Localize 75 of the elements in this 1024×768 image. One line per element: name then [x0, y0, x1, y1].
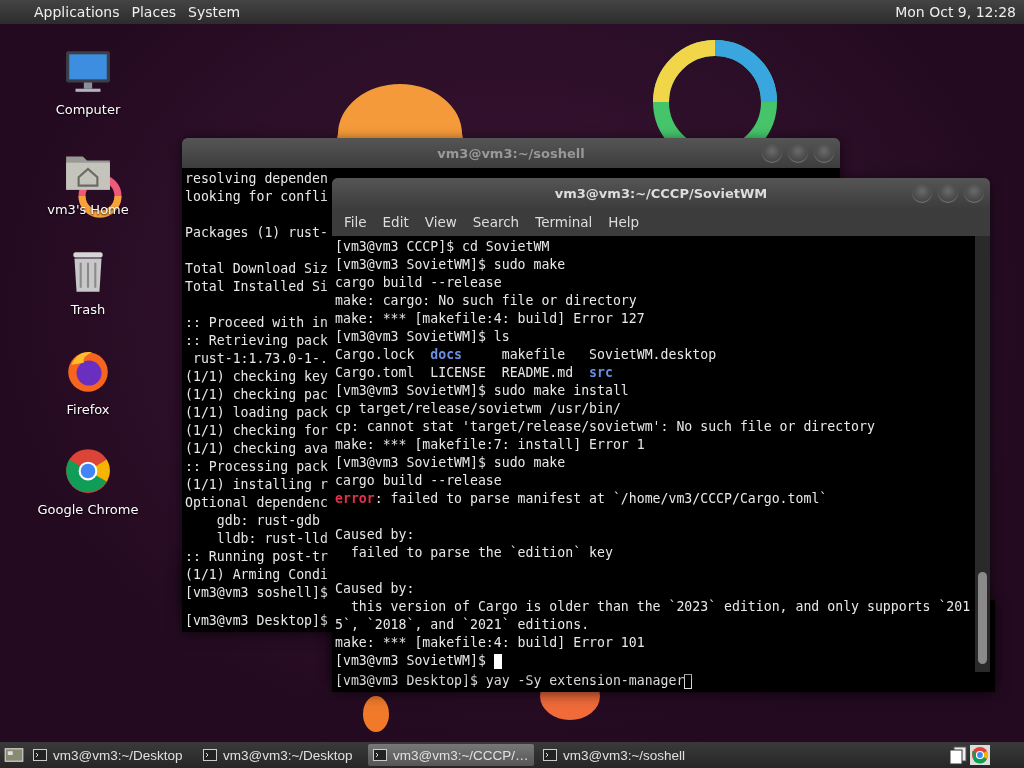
scrollbar-thumb[interactable]: [978, 572, 987, 664]
terminal-line: :: Running post-tr: [185, 548, 328, 566]
terminal-line: make: *** [makefile:4: build] Error 127: [335, 310, 645, 328]
terminal-icon: [543, 748, 557, 762]
terminal-line: Cargo.lock docs makefile SovietWM.desktop: [335, 346, 717, 364]
terminal-line: resolving dependen: [185, 170, 328, 188]
terminal-line: (1/1) loading pack: [185, 404, 328, 422]
terminal-line: Packages (1) rust-: [185, 224, 328, 242]
terminal-line: this version of Cargo is older than the `2023` edition, and only supports `201: [349, 598, 971, 616]
terminal-line: Total Download Siz: [185, 260, 328, 278]
terminal-line: [vm3@vm3 SovietWM]$ sudo make: [335, 256, 566, 274]
terminal-line: make: *** [makefile:7: install] Error 1: [335, 436, 645, 454]
desktop-icon-label[interactable]: Computer: [55, 102, 121, 117]
chrome-icon[interactable]: [63, 446, 113, 496]
terminal-line: [vm3@vm3 soshell]$: [185, 584, 328, 602]
terminal-line: cp: cannot stat 'target/release/sovietwm': No such file or directory: [335, 418, 875, 436]
menu-item[interactable]: File: [336, 210, 375, 234]
terminal-line: failed to parse the `edition` key: [349, 544, 613, 562]
scrollbar[interactable]: [975, 236, 990, 672]
menu-item[interactable]: View: [416, 210, 465, 234]
terminal-line: :: Processing pack: [185, 458, 328, 476]
taskbar-button[interactable]: vm3@vm3:~/Desktop: [198, 744, 364, 766]
terminal-line: [vm3@vm3 SovietWM]$: [335, 652, 487, 670]
terminal-line: Optional dependenc: [185, 494, 328, 512]
terminal-icon: [203, 748, 217, 762]
taskbar-button[interactable]: vm3@vm3:~/CCCP/…: [368, 744, 534, 766]
terminal-line: cp target/release/sovietwm /usr/bin/: [335, 400, 621, 418]
terminal-line: (1/1) checking key: [185, 368, 328, 386]
terminal-line: make: *** [makefile:4: build] Error 101: [335, 634, 645, 652]
taskbar-button[interactable]: vm3@vm3:~/Desktop: [28, 744, 194, 766]
terminal-line: cargo build --release: [335, 472, 502, 490]
terminal-line: Cargo.toml LICENSE README.md src: [335, 364, 613, 382]
desktop-icon-label[interactable]: Trash: [70, 302, 106, 317]
terminal-line: [vm3@vm3 CCCP]$ cd SovietWM: [335, 238, 550, 256]
terminal-line: [vm3@vm3 SovietWM]$ sudo make install: [335, 382, 629, 400]
terminal-line: [vm3@vm3 SovietWM]$ sudo make: [335, 454, 566, 472]
menu-item[interactable]: Edit: [374, 210, 417, 234]
show-desktop-icon[interactable]: [4, 745, 24, 765]
menu-item[interactable]: Terminal: [527, 210, 601, 234]
window-title: vm3@vm3:~/CCCP/SovietWM: [554, 185, 768, 201]
terminal-line: (1/1) Arming Condi: [185, 566, 328, 584]
terminal-line: (1/1) installing r: [185, 476, 328, 494]
terminal-line: cargo build --release: [335, 274, 502, 292]
terminal-line: make: cargo: No such file or directory: [335, 292, 637, 310]
terminal-line: error: failed to parse manifest at `/home/vm3/CCCP/Cargo.toml`: [335, 490, 828, 508]
blob-shape: [363, 696, 389, 732]
terminal-line: (1/1) checking pac: [185, 386, 328, 404]
terminal-line: Caused by:: [335, 580, 415, 598]
terminal-icon: [33, 748, 47, 762]
desktop-icon-label[interactable]: Firefox: [66, 402, 110, 417]
terminal-line: lldb: rust-lld: [215, 530, 328, 548]
terminal-line: gdb: rust-gdb: [215, 512, 320, 530]
terminal-line: [vm3@vm3 Desktop]$ yay -Sy extension-manager: [335, 672, 685, 690]
terminal-line: :: Proceed with in: [185, 314, 328, 332]
panel-menu[interactable]: System: [188, 4, 241, 20]
menu-item[interactable]: Search: [464, 210, 528, 234]
terminal-line: :: Retrieving pack: [185, 332, 328, 350]
terminal-line: Total Installed Si: [185, 278, 328, 296]
terminal-icon: [373, 748, 387, 762]
taskbar-button[interactable]: vm3@vm3:~/soshell: [538, 744, 704, 766]
desktop-icon-label[interactable]: Google Chrome: [37, 502, 139, 517]
terminal-line: Caused by:: [335, 526, 415, 544]
terminal-line: [vm3@vm3 Desktop]$: [185, 612, 328, 630]
panel-menu[interactable]: Applications: [34, 4, 120, 20]
terminal-line: rust-1:1.73.0-1-.: [191, 350, 328, 368]
window-list-icon[interactable]: [948, 745, 968, 765]
terminal-line: looking for confli: [185, 188, 328, 206]
panel-menu[interactable]: Places: [131, 4, 177, 20]
menu-item[interactable]: Help: [600, 210, 648, 234]
clock[interactable]: Mon Oct 9, 12:28: [895, 4, 1016, 20]
terminal-line: 5`, `2018`, and `2021` editions.: [335, 616, 590, 634]
window-title: vm3@vm3:~/soshell: [437, 145, 585, 161]
terminal-line: (1/1) checking for: [185, 422, 328, 440]
terminal-line: (1/1) checking ava: [185, 440, 328, 458]
terminal-line: [vm3@vm3 SovietWM]$ ls: [335, 328, 510, 346]
